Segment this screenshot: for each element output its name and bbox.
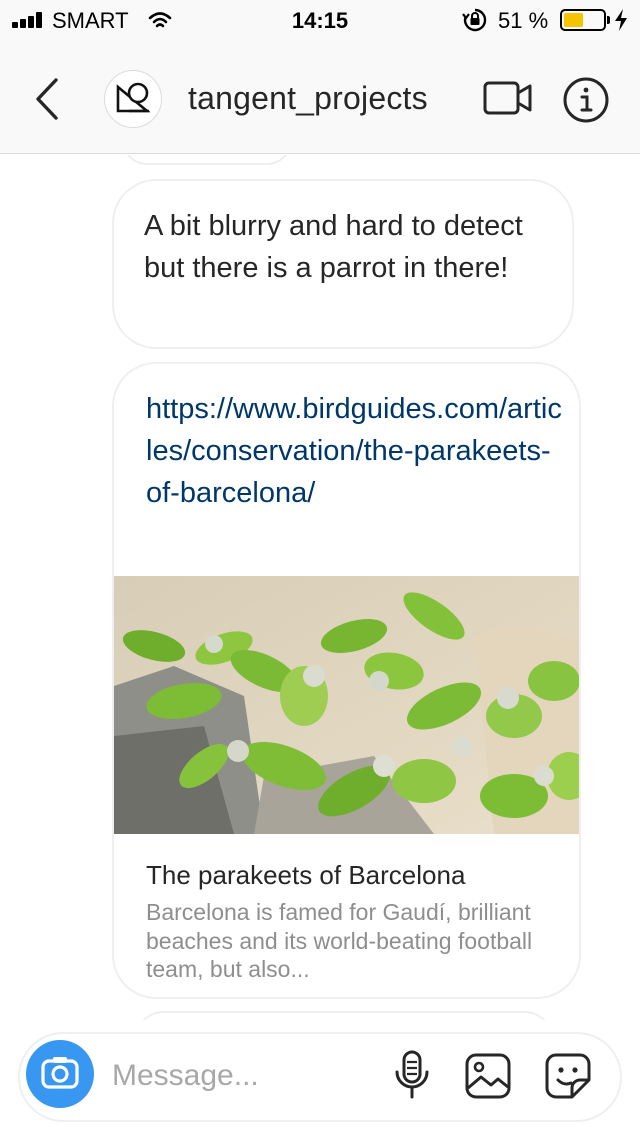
chat-username[interactable]: tangent_projects <box>188 80 428 117</box>
message-composer <box>0 1020 640 1136</box>
camera-icon <box>41 1057 79 1089</box>
video-call-button[interactable] <box>482 78 534 118</box>
info-icon <box>563 77 609 123</box>
previous-message-bubble <box>122 155 292 165</box>
link-preview-card[interactable]: https://www.birdguides.com/articles/cons… <box>112 362 581 999</box>
link-preview-description: Barcelona is famed for Gaudí, brilliant … <box>146 899 533 982</box>
link-url[interactable]: https://www.birdguides.com/articles/cons… <box>146 388 566 514</box>
avatar[interactable] <box>104 70 162 128</box>
avatar-logo-icon <box>116 82 151 113</box>
battery-level-fill <box>564 13 584 27</box>
message-thread[interactable]: A bit blurry and hard to detect but ther… <box>0 155 640 1020</box>
gallery-button[interactable] <box>464 1052 512 1100</box>
charging-bolt-icon <box>612 8 630 32</box>
info-button[interactable] <box>562 76 610 124</box>
camera-button[interactable] <box>26 1040 94 1108</box>
chat-header: tangent_projects <box>0 40 640 154</box>
back-button[interactable] <box>30 76 66 122</box>
microphone-button[interactable] <box>392 1050 432 1100</box>
parakeets-photo[interactable] <box>114 576 581 834</box>
battery-icon <box>560 9 606 31</box>
battery-percent: 51 % <box>498 8 549 33</box>
battery-tip <box>607 16 610 24</box>
link-preview-title: The parakeets of Barcelona <box>146 860 466 890</box>
orientation-lock-icon <box>462 8 488 32</box>
sticker-button[interactable] <box>544 1052 592 1100</box>
gallery-icon <box>465 1053 511 1099</box>
microphone-icon <box>395 1050 429 1099</box>
next-message-bubble <box>134 1011 554 1020</box>
message-input[interactable] <box>112 1056 372 1096</box>
video-camera-icon <box>483 81 532 115</box>
sticker-icon <box>545 1053 591 1099</box>
message-bubble-text[interactable]: A bit blurry and hard to detect but ther… <box>112 179 574 349</box>
status-bar: SMART 14:15 51 % <box>0 0 640 40</box>
